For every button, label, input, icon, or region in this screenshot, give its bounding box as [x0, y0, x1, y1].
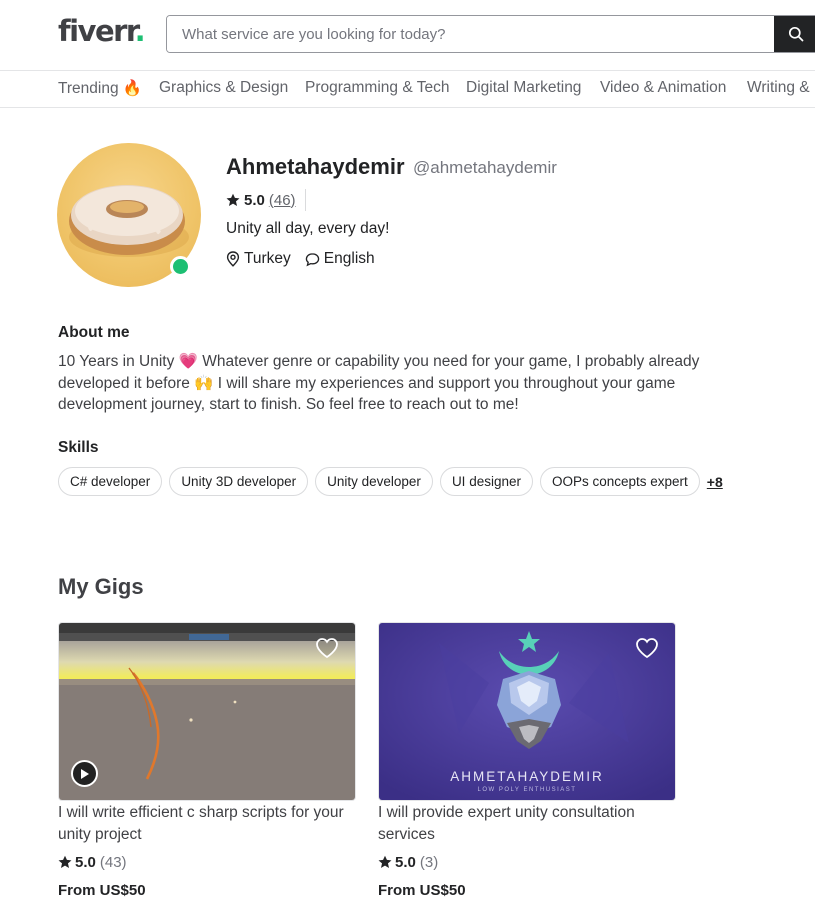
- seller-rating: 5.0 (46): [226, 189, 306, 211]
- seller-language-group: English: [305, 250, 375, 268]
- star-icon: [226, 193, 240, 206]
- gig-image-brand-text: AHMETAHAYDEMIR: [450, 769, 604, 784]
- gig-image-subtitle: LOW POLY ENTHUSIAST: [477, 787, 577, 793]
- category-programming-tech[interactable]: Programming & Tech: [305, 79, 449, 97]
- gig-thumbnail[interactable]: [58, 622, 356, 801]
- gig-rating-count: (43): [99, 853, 127, 871]
- speech-bubble-icon: [305, 252, 320, 266]
- about-text: 10 Years in Unity 💗 Whatever genre or ca…: [58, 353, 700, 413]
- play-icon: [81, 768, 89, 779]
- star-icon: [378, 855, 392, 868]
- skill-tag[interactable]: Unity developer: [315, 467, 433, 496]
- skill-tag[interactable]: UI designer: [439, 467, 533, 496]
- skill-tag[interactable]: OOPs concepts expert: [539, 467, 700, 496]
- category-video-animation[interactable]: Video & Animation: [600, 79, 726, 97]
- skills-title: Skills: [58, 439, 99, 456]
- gig-rating-score: 5.0: [75, 853, 96, 871]
- gig-price: From US$50: [58, 882, 146, 899]
- rating-score: 5.0: [244, 191, 265, 209]
- favorite-heart-icon[interactable]: [635, 637, 659, 659]
- gig-rating: 5.0 (3): [378, 852, 438, 872]
- seller-tagline: Unity all day, every day!: [226, 220, 390, 237]
- star-icon: [58, 855, 72, 868]
- search-input[interactable]: [167, 16, 774, 52]
- about-title: About me: [58, 324, 130, 341]
- category-digital-marketing[interactable]: Digital Marketing: [466, 79, 581, 97]
- rating-count-link[interactable]: (46): [269, 192, 296, 209]
- rating-divider: [304, 189, 306, 211]
- seller-handle: @ahmetahaydemir: [413, 158, 557, 177]
- gig-title-link[interactable]: I will write efficient c sharp scripts f…: [58, 802, 363, 846]
- search-icon: [788, 26, 803, 42]
- unity-editor-screenshot: [59, 623, 355, 800]
- gig-thumbnail[interactable]: AHMETAHAYDEMIR LOW POLY ENTHUSIAST: [378, 622, 676, 801]
- more-skills-link[interactable]: +8: [707, 474, 723, 490]
- search-button[interactable]: [774, 16, 815, 52]
- search-bar: [166, 15, 815, 53]
- logo-dot: .: [134, 14, 146, 48]
- online-status-indicator: [170, 256, 191, 277]
- logo-text: fiverr: [58, 14, 136, 48]
- gig-rating-score: 5.0: [395, 853, 416, 871]
- seller-language: English: [323, 250, 375, 267]
- gigs-section-title: My Gigs: [58, 574, 144, 599]
- gig-price: From US$50: [378, 882, 466, 899]
- location-pin-icon: [226, 251, 240, 267]
- category-trending[interactable]: Trending 🔥: [58, 79, 142, 98]
- skills-list: C# developer Unity 3D developer Unity de…: [58, 467, 723, 496]
- fiverr-logo[interactable]: fiverr.: [58, 14, 146, 48]
- gig-rating-count: (3): [419, 853, 439, 871]
- skill-tag[interactable]: Unity 3D developer: [169, 467, 309, 496]
- seller-meta: Turkey English: [226, 249, 375, 269]
- category-writing[interactable]: Writing &: [747, 79, 810, 97]
- seller-location: Turkey: [244, 250, 291, 267]
- site-header: fiverr.: [0, 0, 815, 71]
- category-graphics-design[interactable]: Graphics & Design: [159, 79, 288, 97]
- play-video-button[interactable]: [71, 760, 98, 787]
- gig-title-link[interactable]: I will provide expert unity consultation…: [378, 802, 683, 846]
- seller-name[interactable]: Ahmetahaydemir: [226, 154, 405, 180]
- skill-tag[interactable]: C# developer: [58, 467, 163, 496]
- category-nav: Trending 🔥 Graphics & Design Programming…: [0, 71, 815, 108]
- gig-rating: 5.0 (43): [58, 852, 127, 872]
- favorite-heart-icon[interactable]: [315, 637, 339, 659]
